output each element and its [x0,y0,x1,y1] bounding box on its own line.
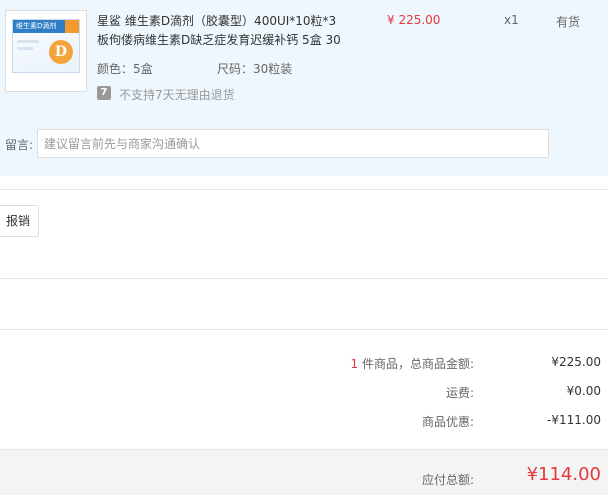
product-price: ¥ 225.00 [387,13,441,27]
payable-label: 应付总额: [421,473,474,487]
invoice-reimburse-button[interactable]: 报销 [0,205,39,237]
product-title[interactable]: 星鲨 维生素D滴剂（胶囊型）400UI*10粒*3板佝偻病维生素D缺乏症发育迟缓… [97,12,347,50]
cart-item: 维生素D滴剂 D 星鲨 维生素D滴剂（胶囊型）400UI*10粒*3板佝偻病维生… [0,0,608,176]
seller-note-input[interactable] [37,129,549,158]
summary-shipping-row: 运费: ¥0.00 [0,384,608,404]
payable-total-bar: 应付总额: ¥114.00 [0,449,608,495]
product-color-attr: 颜色：5盒 [97,62,153,76]
product-box-label: 维生素D滴剂 [16,22,57,30]
items-total-value: ¥225.00 [551,355,601,369]
items-total-label: 1 件商品，总商品金额: [350,357,475,371]
shipping-label: 运费: [445,386,474,400]
product-thumbnail[interactable]: 维生素D滴剂 D [5,10,87,92]
shipping-value: ¥0.00 [566,384,601,398]
discount-value: -¥111.00 [547,413,601,427]
product-size-attr: 尺码：30粒装 [217,62,293,76]
no-return-icon: 7 [97,86,111,100]
product-quantity: x1 [504,13,519,27]
summary-discount-row: 商品优惠: -¥111.00 [0,413,608,433]
discount-label: 商品优惠: [421,415,474,429]
payable-value: ¥114.00 [526,464,601,485]
section-divider [0,189,608,190]
summary-items-row: 1 件商品，总商品金额: ¥225.00 [0,355,608,375]
section-divider [0,329,608,330]
item-count: 1 [350,357,359,371]
product-box-image: 维生素D滴剂 D [12,19,80,73]
section-divider [0,278,608,279]
stock-status: 有货 [556,15,581,29]
note-label: 留言: [5,138,34,152]
return-policy-text: 不支持7天无理由退货 [119,88,235,102]
vitamin-d-badge-icon: D [49,40,73,64]
